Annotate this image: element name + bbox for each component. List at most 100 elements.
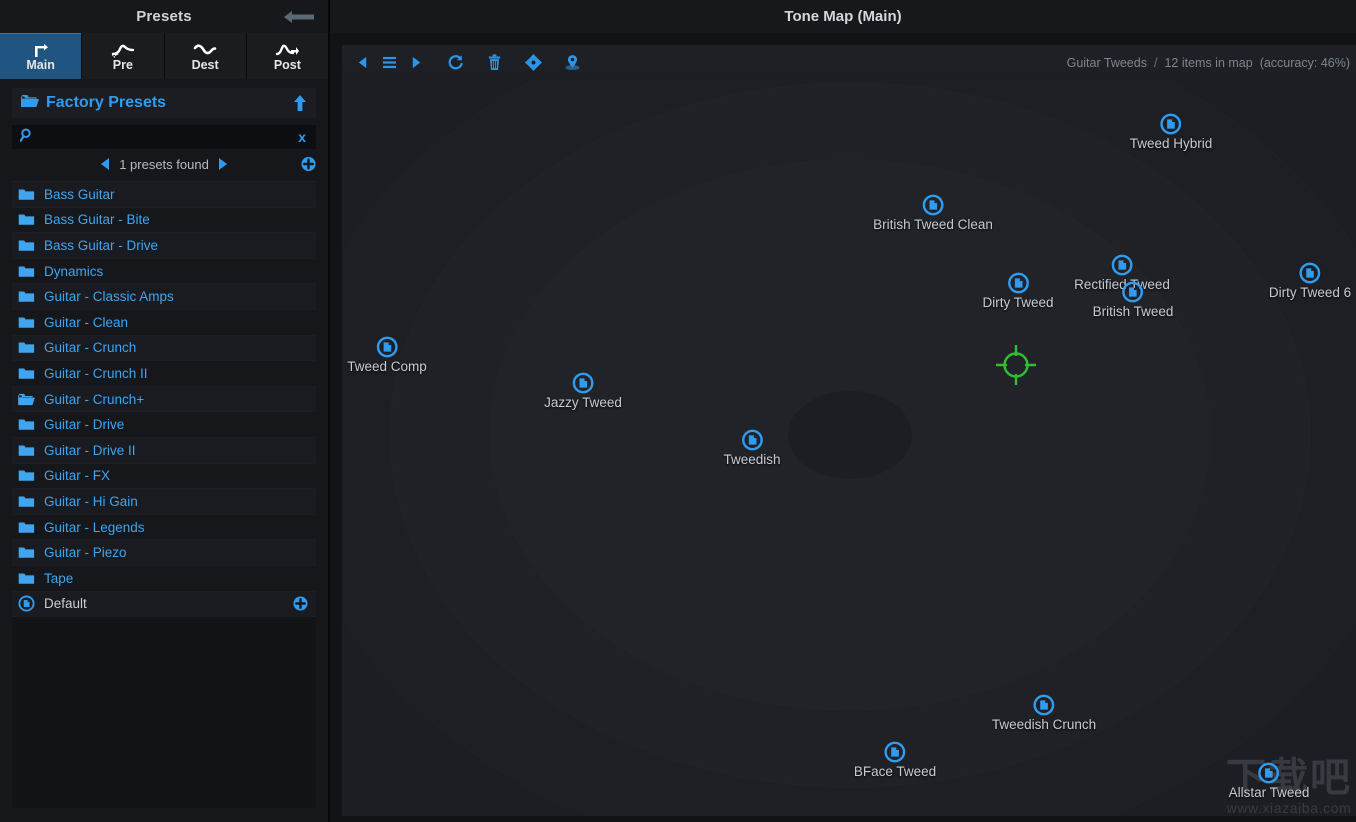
preset-list-item[interactable]: Default bbox=[12, 591, 316, 618]
refresh-icon[interactable] bbox=[443, 51, 467, 75]
tone-map-node-label: Tweedish Crunch bbox=[991, 717, 1097, 732]
folder-icon bbox=[18, 546, 36, 560]
preset-item-label: Guitar - Classic Amps bbox=[44, 289, 174, 305]
tab-post[interactable]: Post bbox=[246, 33, 328, 79]
presets-found-label: 1 presets found bbox=[119, 156, 209, 172]
preset-folder-item[interactable]: Guitar - FX bbox=[12, 463, 316, 490]
dest-tab-icon bbox=[192, 42, 218, 59]
preset-item-label: Guitar - Crunch bbox=[44, 340, 137, 356]
preset-list[interactable]: Bass Guitar Bass Guitar - Bite Bass Guitar… bbox=[12, 181, 316, 808]
preset-folder-item[interactable]: Bass Guitar - Bite bbox=[12, 207, 316, 234]
preset-item-label: Bass Guitar bbox=[44, 186, 115, 202]
next-button[interactable] bbox=[404, 51, 428, 75]
arrow-up-icon[interactable] bbox=[293, 95, 307, 111]
post-tab-icon bbox=[274, 42, 300, 59]
tone-map-node[interactable]: Jazzy Tweed bbox=[544, 372, 622, 410]
preset-folder-item[interactable]: Guitar - Drive bbox=[12, 412, 316, 438]
tab-main-label: Main bbox=[26, 58, 55, 72]
tone-map-node-label: Allstar Tweed bbox=[1228, 785, 1310, 800]
tone-map-node[interactable]: Tweed Hybrid bbox=[1129, 113, 1213, 151]
tone-map-node[interactable]: BFace Tweed bbox=[854, 741, 936, 779]
preset-folder-item[interactable]: Guitar - Crunch+ bbox=[12, 386, 316, 413]
preset-item-label: Dynamics bbox=[44, 263, 104, 279]
preset-doc-icon bbox=[1160, 113, 1182, 135]
preset-doc-icon bbox=[1111, 254, 1133, 276]
search-input[interactable] bbox=[42, 130, 297, 144]
preset-folder-item[interactable]: Guitar - Clean bbox=[12, 309, 316, 336]
tone-map-node[interactable]: British Tweed bbox=[1093, 281, 1173, 319]
presets-title: Presets bbox=[136, 8, 192, 25]
pre-tab-icon bbox=[110, 42, 136, 59]
tone-map-node-label: British Tweed Clean bbox=[873, 217, 993, 232]
list-icon[interactable] bbox=[377, 51, 401, 75]
preset-doc-icon bbox=[1007, 272, 1029, 294]
preset-item-label: Bass Guitar - Drive bbox=[44, 237, 159, 253]
search-icon bbox=[19, 128, 34, 147]
folder-icon bbox=[18, 418, 36, 432]
preset-item-label: Guitar - Piezo bbox=[44, 545, 127, 561]
trash-icon[interactable] bbox=[482, 51, 506, 75]
search-row[interactable]: x bbox=[12, 125, 316, 149]
preset-item-label: Guitar - Drive bbox=[44, 417, 125, 433]
tone-map-node[interactable]: Tweed Comp bbox=[347, 336, 427, 374]
presets-next-button[interactable] bbox=[218, 158, 227, 170]
tone-map-node-label: Dirty Tweed bbox=[982, 295, 1054, 310]
map-pin-icon[interactable] bbox=[560, 51, 584, 75]
preset-doc-icon bbox=[1299, 262, 1321, 284]
factory-presets-bar[interactable]: Factory Presets bbox=[12, 88, 316, 118]
preset-folder-item[interactable]: Bass Guitar - Drive bbox=[12, 233, 316, 259]
tone-map-title: Tone Map (Main) bbox=[784, 8, 902, 25]
tone-map-node-label: Tweedish bbox=[723, 452, 781, 467]
back-arrow-icon[interactable] bbox=[282, 8, 316, 26]
preset-folder-item[interactable]: Guitar - Crunch II bbox=[12, 361, 316, 387]
presets-found-row: 1 presets found bbox=[12, 153, 316, 175]
tone-map-node[interactable]: Tweedish Crunch bbox=[992, 694, 1096, 732]
preset-folder-item[interactable]: Guitar - Crunch bbox=[12, 335, 316, 362]
tab-post-label: Post bbox=[273, 58, 301, 72]
preset-doc-icon bbox=[1122, 281, 1144, 303]
tone-map-titlebar: Tone Map (Main) bbox=[330, 0, 1356, 33]
plus-circle-icon[interactable] bbox=[301, 157, 316, 172]
preset-folder-item[interactable]: Guitar - Hi Gain bbox=[12, 489, 316, 515]
preset-folder-item[interactable]: Guitar - Piezo bbox=[12, 540, 316, 566]
preset-folder-item[interactable]: Tape bbox=[12, 565, 316, 592]
folder-icon bbox=[18, 469, 36, 483]
tone-map-node[interactable]: Dirty Tweed bbox=[982, 272, 1054, 310]
preset-item-label: Guitar - Clean bbox=[44, 314, 129, 330]
tab-main[interactable]: Main bbox=[0, 33, 83, 79]
tone-map-node-label: Jazzy Tweed bbox=[544, 395, 622, 410]
tone-map-node[interactable]: Dirty Tweed 6 bbox=[1269, 262, 1351, 300]
tab-pre[interactable]: Pre bbox=[82, 33, 165, 79]
factory-presets-label: Factory Presets bbox=[46, 94, 167, 111]
preset-item-label: Bass Guitar - Bite bbox=[44, 212, 150, 228]
status-accuracy: (accuracy: 46%) bbox=[1259, 55, 1350, 70]
preset-folder-item[interactable]: Guitar - Classic Amps bbox=[12, 284, 316, 310]
preset-item-label: Guitar - Crunch+ bbox=[44, 391, 145, 407]
prev-button[interactable] bbox=[350, 51, 374, 75]
folder-open-icon bbox=[21, 94, 39, 113]
folder-icon bbox=[18, 341, 36, 355]
plus-circle-icon[interactable] bbox=[293, 596, 308, 611]
presets-titlebar: Presets bbox=[0, 0, 328, 33]
preset-folder-item[interactable]: Guitar - Legends bbox=[12, 514, 316, 541]
tone-map-area[interactable]: Guitar Tweeds / 12 items in map (accurac… bbox=[342, 45, 1356, 816]
tone-map-node-label: Tweed Hybrid bbox=[1129, 136, 1213, 151]
preset-doc-icon bbox=[1258, 762, 1280, 784]
preset-folder-item[interactable]: Bass Guitar bbox=[12, 182, 316, 208]
preset-item-label: Guitar - Crunch II bbox=[44, 365, 148, 381]
tone-map-node[interactable]: Allstar Tweed bbox=[1228, 762, 1310, 800]
move-icon[interactable] bbox=[521, 51, 545, 75]
tab-dest[interactable]: Dest bbox=[164, 33, 247, 79]
preset-folder-item[interactable]: Dynamics bbox=[12, 258, 316, 285]
presets-prev-button[interactable] bbox=[101, 158, 110, 170]
tone-map-node[interactable]: Tweedish bbox=[723, 429, 781, 467]
presets-panel: Presets Main Pre Dest Post Factory Prese… bbox=[0, 0, 330, 822]
preset-item-label: Tape bbox=[44, 570, 74, 586]
tone-map-node[interactable]: British Tweed Clean bbox=[873, 194, 993, 232]
folder-icon bbox=[18, 520, 36, 534]
tone-map-node-label: Tweed Comp bbox=[347, 359, 427, 374]
preset-doc-icon bbox=[1033, 694, 1055, 716]
preset-folder-item[interactable]: Guitar - Drive II bbox=[12, 437, 316, 464]
search-clear-button[interactable]: x bbox=[296, 130, 308, 144]
preset-doc-icon bbox=[18, 595, 36, 612]
